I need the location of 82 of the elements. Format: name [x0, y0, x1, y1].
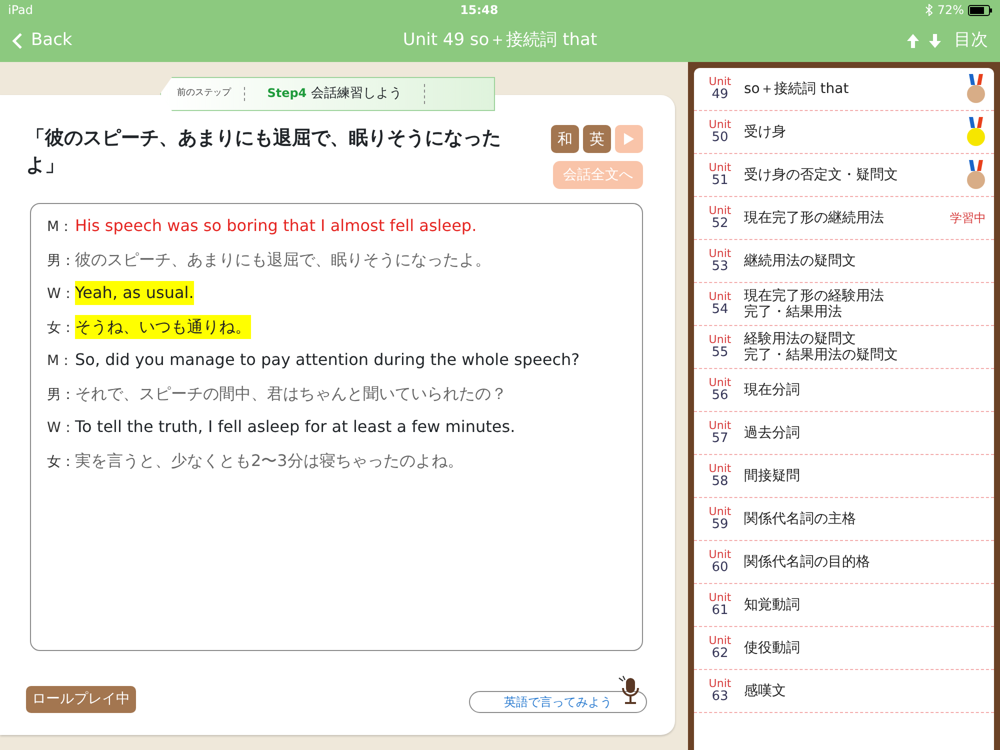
- step-title: Step4 会話練習しよう: [245, 84, 425, 104]
- speaker-label: 女：: [47, 318, 75, 338]
- unit-number: 53: [710, 260, 730, 274]
- screen-title: Unit 49 so＋接続詞 that: [402, 30, 598, 50]
- speaker-label: M：: [47, 218, 74, 237]
- unit-title: 過去分詞: [744, 424, 801, 442]
- unit-label: Unit: [708, 119, 732, 131]
- unit-label: Unit: [708, 592, 732, 604]
- speaker-label: 女：: [47, 452, 75, 472]
- medal-icon: [966, 74, 986, 104]
- english-line: To tell the truth, I fell asleep for at least a few minutes.: [75, 416, 516, 438]
- unit-label: Unit: [708, 291, 732, 303]
- speak-bubble-button[interactable]: 英語で言ってみよう: [469, 691, 647, 713]
- speaker-label: M：: [47, 352, 74, 371]
- unit-label: Unit: [708, 248, 732, 260]
- unit-label: Unit: [708, 678, 732, 690]
- unit-number: 61: [710, 604, 730, 618]
- bluetooth-icon: [925, 4, 934, 16]
- unit-title: 感嘆文: [744, 682, 787, 700]
- unit-label: Unit: [708, 635, 732, 647]
- question-text: 「彼のスピーチ、あまりにも退屈で、眠りそうになったよ」: [26, 126, 502, 178]
- unit-row[interactable]: Unit 54 現在完了形の経験用法 完了・結果用法: [694, 283, 994, 326]
- play-icon: [623, 132, 635, 146]
- unit-title: 使役動詞: [744, 640, 801, 656]
- unit-label: Unit: [708, 76, 732, 88]
- unit-number: 51: [710, 174, 730, 188]
- japanese-line: それで、スピーチの間中、君はちゃんと聞いていられたの？: [75, 382, 507, 404]
- unit-title: 間接疑問: [744, 468, 801, 484]
- status-label: 学習中: [950, 210, 986, 227]
- unit-number: 50: [710, 130, 730, 145]
- back-chevron-icon: [12, 32, 23, 50]
- speaker-label: 男：: [47, 386, 75, 404]
- unit-title: 現在分詞: [744, 382, 801, 398]
- unit-number: 59: [710, 518, 730, 532]
- unit-title: 継続用法の疑問文: [744, 252, 857, 270]
- japanese-line: 彼のスピーチ、あまりにも退屈で、眠りそうになったよ。: [75, 248, 491, 270]
- device-name: iPad: [8, 2, 34, 19]
- up-arrow-icon[interactable]: [906, 33, 920, 49]
- unit-title: 現在完了形の継続用法: [744, 210, 885, 226]
- battery-percent: 72%: [937, 2, 964, 19]
- unit-label: Unit: [708, 377, 732, 389]
- unit-label: Unit: [708, 549, 732, 561]
- unit-title: 関係代名詞の目的格: [744, 554, 871, 570]
- roleplay-button[interactable]: ロールプレイ中: [26, 686, 136, 713]
- unit-number: 58: [710, 474, 730, 489]
- unit-title: 現在完了形の経験用法 完了・結果用法: [744, 288, 885, 320]
- unit-label: Unit: [708, 162, 732, 174]
- speaker-label: 男：: [47, 252, 75, 270]
- speaker-label: W：: [47, 285, 75, 304]
- medal-icon: [966, 160, 986, 190]
- unit-label: Unit: [708, 205, 732, 217]
- unit-number: 57: [710, 432, 730, 446]
- unit-number: 52: [710, 216, 730, 231]
- unit-row[interactable]: Unit 55 経験用法の疑問文 完了・結果用法の疑問文: [694, 326, 994, 369]
- unit-number: 62: [710, 646, 730, 661]
- english-button[interactable]: 英: [583, 125, 611, 153]
- unit-number: 55: [710, 346, 730, 360]
- unit-title: so＋接続詞 that: [744, 80, 850, 98]
- unit-title: 受け身の否定文・疑問文: [744, 166, 899, 184]
- unit-label: Unit: [708, 334, 732, 346]
- unit-label: Unit: [708, 463, 732, 475]
- unit-title: 経験用法の疑問文 完了・結果用法の疑問文: [744, 330, 899, 364]
- japanese-line: 実を言うと、少なくとも2〜3分は寝ちゃったのよね。: [75, 450, 464, 472]
- unit-number: 56: [710, 388, 730, 403]
- unit-number: 60: [710, 560, 730, 575]
- unit-title: 知覚動詞: [744, 596, 801, 614]
- unit-title: 受け身: [744, 124, 787, 140]
- unit-number: 54: [710, 302, 730, 317]
- japanese-button[interactable]: 和: [551, 125, 579, 153]
- unit-label: Unit: [708, 420, 732, 432]
- clock: 15:48: [460, 2, 498, 19]
- unit-title: 関係代名詞の主格: [744, 510, 857, 528]
- down-arrow-icon[interactable]: [928, 33, 942, 49]
- battery-icon: [968, 4, 992, 16]
- unit-number: 63: [710, 690, 730, 704]
- unit-number: 49: [710, 88, 730, 102]
- english-line: So, did you manage to pay attention during the whole speech?: [75, 349, 580, 371]
- speaker-label: W：: [47, 419, 75, 438]
- english-line: His speech was so boring that I almost fell asleep.: [75, 215, 477, 237]
- unit-label: Unit: [708, 506, 732, 518]
- play-button[interactable]: [615, 125, 643, 153]
- medal-icon: [966, 117, 986, 147]
